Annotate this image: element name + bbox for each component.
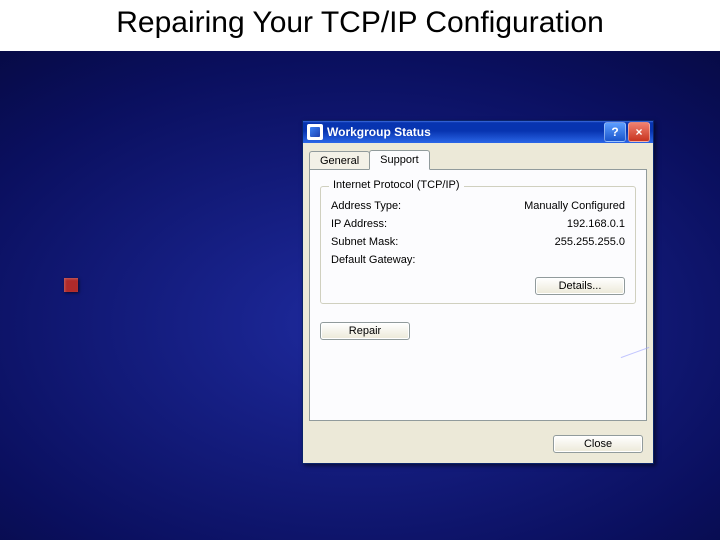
tab-general-label: General [320, 155, 359, 167]
row-default-gateway: Default Gateway: [331, 251, 625, 269]
bullet-square-icon [64, 278, 78, 292]
help-button[interactable]: ? [604, 122, 626, 142]
tab-support-label: Support [380, 154, 419, 166]
label-subnet-mask: Subnet Mask: [331, 236, 398, 248]
row-ip-address: IP Address: 192.168.0.1 [331, 215, 625, 233]
value-address-type: Manually Configured [524, 200, 625, 212]
value-ip-address: 192.168.0.1 [567, 218, 625, 230]
dialog-titlebar[interactable]: Workgroup Status ? × [303, 121, 653, 143]
label-address-type: Address Type: [331, 200, 401, 212]
slide-background: Repairing Your TCP/IP Configuration Work… [0, 0, 720, 540]
row-address-type: Address Type: Manually Configured [331, 197, 625, 215]
close-button[interactable]: × [628, 122, 650, 142]
tab-panel-support: Internet Protocol (TCP/IP) Address Type:… [309, 169, 647, 421]
dialog-title: Workgroup Status [327, 125, 604, 139]
slide-title: Repairing Your TCP/IP Configuration [0, 6, 720, 41]
value-subnet-mask: 255.255.255.0 [555, 236, 625, 248]
dialog-footer: Close [303, 427, 653, 463]
titlebar-buttons: ? × [604, 122, 650, 142]
label-default-gateway: Default Gateway: [331, 254, 415, 266]
tab-strip: General Support [303, 143, 653, 169]
decorative-line [621, 347, 650, 358]
details-button[interactable]: Details... [535, 277, 625, 295]
group-legend: Internet Protocol (TCP/IP) [329, 179, 464, 191]
status-dialog: Workgroup Status ? × General Support Int… [302, 120, 654, 464]
slide-title-bar: Repairing Your TCP/IP Configuration [0, 0, 720, 51]
repair-row: Repair [320, 322, 636, 340]
tab-support[interactable]: Support [369, 150, 430, 170]
label-ip-address: IP Address: [331, 218, 387, 230]
row-subnet-mask: Subnet Mask: 255.255.255.0 [331, 233, 625, 251]
network-icon [307, 124, 323, 140]
tcpip-group: Internet Protocol (TCP/IP) Address Type:… [320, 186, 636, 304]
close-dialog-button[interactable]: Close [553, 435, 643, 453]
close-icon: × [635, 125, 642, 139]
details-row: Details... [331, 277, 625, 295]
help-icon: ? [611, 125, 618, 139]
repair-button[interactable]: Repair [320, 322, 410, 340]
tab-general[interactable]: General [309, 151, 370, 171]
